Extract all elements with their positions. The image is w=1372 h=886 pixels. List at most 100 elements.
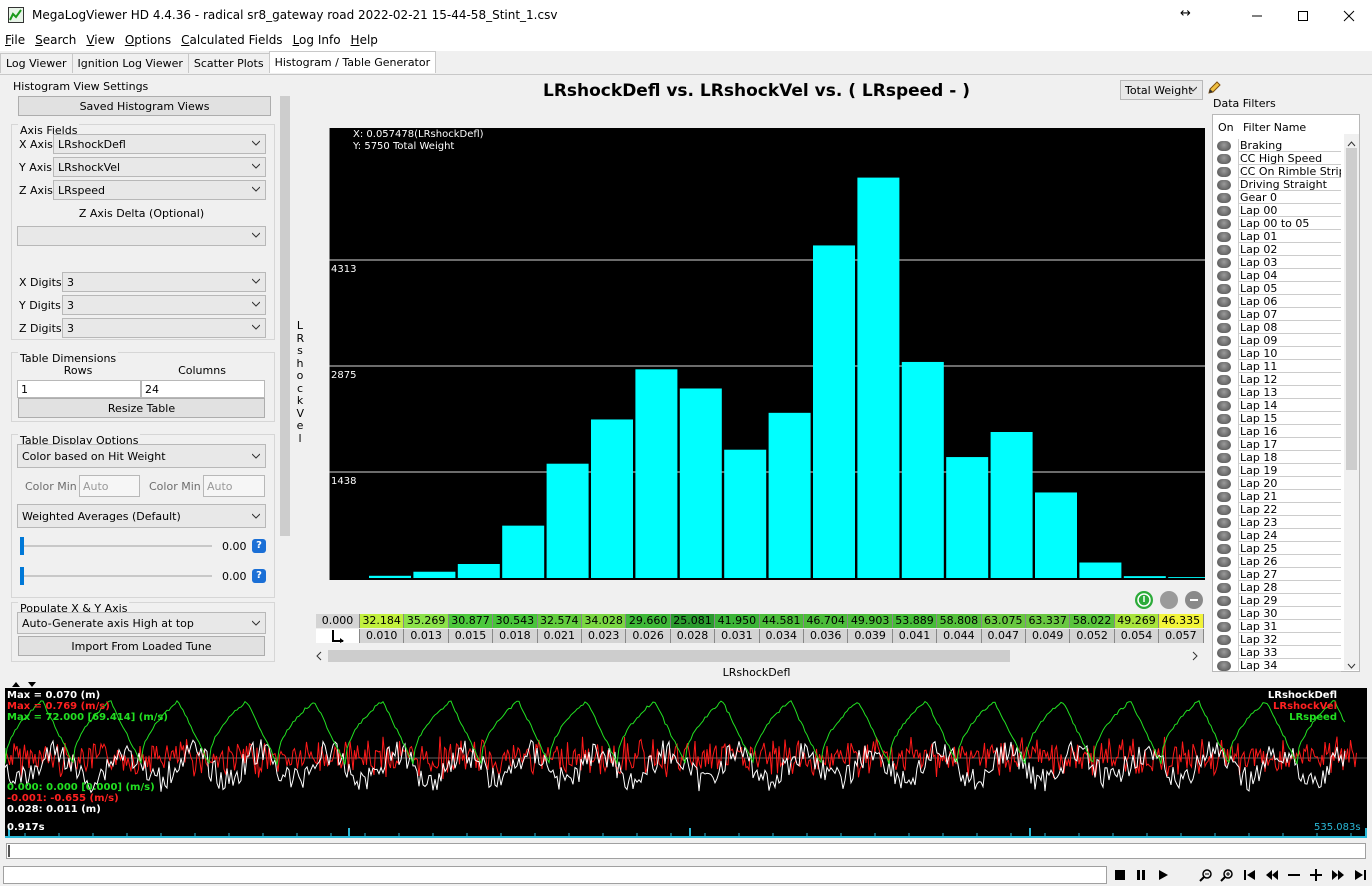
z-axis-delta-select[interactable]: [17, 226, 266, 246]
filter-row[interactable]: Lap 04: [1213, 269, 1341, 282]
filter-toggle-icon[interactable]: [1217, 349, 1231, 359]
import-from-tune-button[interactable]: Import From Loaded Tune: [18, 636, 265, 656]
playback-track[interactable]: [6, 843, 1366, 859]
filter-row[interactable]: Lap 09: [1213, 334, 1341, 347]
info-icon[interactable]: ?: [252, 569, 266, 583]
filter-toggle-icon[interactable]: [1217, 323, 1231, 333]
table-axis-cell[interactable]: 0.052: [1070, 629, 1115, 643]
color-mode-select[interactable]: Color based on Hit Weight: [17, 444, 266, 468]
table-value-cell[interactable]: 53.889: [892, 614, 938, 628]
filter-row[interactable]: Lap 16: [1213, 425, 1341, 438]
filter-column-name[interactable]: Filter Name: [1243, 121, 1306, 134]
filter-row[interactable]: CC High Speed: [1213, 152, 1341, 165]
filter-toggle-icon[interactable]: [1217, 232, 1231, 242]
table-value-cell[interactable]: 25.081: [670, 614, 716, 628]
pause-filter-icon[interactable]: [1160, 591, 1178, 609]
menu-options[interactable]: Options: [120, 31, 176, 51]
table-value-cell[interactable]: 63.075: [981, 614, 1026, 628]
populate-mode-select[interactable]: Auto-Generate axis High at top: [17, 612, 266, 634]
filter-row[interactable]: CC On Rimble Strips: [1213, 165, 1341, 178]
filter-row[interactable]: Lap 19: [1213, 464, 1341, 477]
filter-toggle-icon[interactable]: [1217, 245, 1231, 255]
filter-row[interactable]: Lap 12: [1213, 373, 1341, 386]
filter-row[interactable]: Lap 18: [1213, 451, 1341, 464]
filter-toggle-icon[interactable]: [1217, 544, 1231, 554]
z-digits-select[interactable]: 3: [62, 318, 266, 338]
histogram-plot[interactable]: 1438 2875 4313: [329, 128, 1205, 580]
playback-position-marker[interactable]: [8, 845, 10, 857]
table-axis-cell[interactable]: 0.028: [670, 629, 716, 643]
filter-row[interactable]: Lap 13: [1213, 386, 1341, 399]
filter-toggle-icon[interactable]: [1217, 414, 1231, 424]
filter-row[interactable]: Lap 02: [1213, 243, 1341, 256]
filter-toggle-icon[interactable]: [1217, 297, 1231, 307]
filter-row[interactable]: Braking: [1213, 139, 1341, 152]
filter-toggle-icon[interactable]: [1217, 336, 1231, 346]
scroll-down-icon[interactable]: [1347, 659, 1356, 672]
table-axis-cell[interactable]: 0.021: [537, 629, 582, 643]
filter-toggle-icon[interactable]: [1217, 141, 1231, 151]
filter-toggle-icon[interactable]: [1217, 518, 1231, 528]
zoom-minus-icon[interactable]: [1284, 866, 1304, 884]
filter-toggle-icon[interactable]: [1217, 284, 1231, 294]
skip-to-end-icon[interactable]: [1350, 866, 1370, 884]
filter-row[interactable]: Lap 21: [1213, 490, 1341, 503]
skip-to-start-icon[interactable]: [1240, 866, 1260, 884]
table-axis-cell[interactable]: 0.023: [582, 629, 627, 643]
filter-toggle-icon[interactable]: [1217, 271, 1231, 281]
filter-row[interactable]: Lap 15: [1213, 412, 1341, 425]
zoom-out-icon[interactable]: [1196, 866, 1216, 884]
tab-histogram-table-generator[interactable]: Histogram / Table Generator: [268, 51, 437, 73]
table-value-cell[interactable]: 34.028: [582, 614, 627, 628]
filter-toggle-icon[interactable]: [1217, 492, 1231, 502]
color-max-input[interactable]: Auto: [203, 475, 265, 497]
minimize-button[interactable]: [1234, 0, 1280, 31]
filter-row[interactable]: Lap 25: [1213, 542, 1341, 555]
filter-toggle-icon[interactable]: [1217, 609, 1231, 619]
filter-toggle-icon[interactable]: [1217, 505, 1231, 515]
filter-row[interactable]: Lap 11: [1213, 360, 1341, 373]
menu-log-info[interactable]: Log Info: [288, 31, 346, 51]
filter-toggle-icon[interactable]: [1217, 440, 1231, 450]
menu-help[interactable]: Help: [346, 31, 383, 51]
filter-row[interactable]: Lap 06: [1213, 295, 1341, 308]
table-value-cell[interactable]: 30.543: [493, 614, 538, 628]
filter-column-on[interactable]: On: [1218, 121, 1234, 134]
menu-view[interactable]: View: [81, 31, 119, 51]
filter-toggle-icon[interactable]: [1217, 583, 1231, 593]
z-axis-select[interactable]: LRspeed: [53, 180, 266, 200]
filter-toggle-icon[interactable]: [1217, 622, 1231, 632]
fast-forward-icon[interactable]: [1328, 866, 1348, 884]
filter-toggle-icon[interactable]: [1217, 258, 1231, 268]
pencil-icon[interactable]: [1206, 80, 1222, 96]
table-value-cell[interactable]: 30.877: [448, 614, 494, 628]
filter-toggle-icon[interactable]: [1217, 427, 1231, 437]
play-icon[interactable]: [1153, 866, 1173, 884]
filter-row[interactable]: Driving Straight: [1213, 178, 1341, 191]
table-axis-cell[interactable]: 0.054: [1114, 629, 1160, 643]
color-min-input[interactable]: Auto: [79, 475, 140, 497]
tab-log-viewer[interactable]: Log Viewer: [0, 53, 73, 73]
table-value-cell[interactable]: 58.808: [937, 614, 982, 628]
columns-input[interactable]: 24: [141, 380, 265, 398]
rows-input[interactable]: 1: [17, 380, 141, 398]
filter-toggle-icon[interactable]: [1217, 453, 1231, 463]
filter-toggle-icon[interactable]: [1217, 375, 1231, 385]
zoom-in-icon[interactable]: [1217, 866, 1237, 884]
table-axis-cell[interactable]: 0.031: [715, 629, 760, 643]
table-value-cell[interactable]: 49.903: [848, 614, 893, 628]
log-graph[interactable]: [5, 688, 1367, 818]
table-value-cell[interactable]: 63.337: [1026, 614, 1071, 628]
stop-icon[interactable]: [1110, 866, 1130, 884]
table-axis-cell[interactable]: 0.047: [981, 629, 1026, 643]
zoom-plus-icon[interactable]: [1306, 866, 1326, 884]
table-value-cell[interactable]: 32.574: [537, 614, 582, 628]
table-axis-cell[interactable]: 0.044: [937, 629, 982, 643]
filter-row[interactable]: Lap 10: [1213, 347, 1341, 360]
filter-row[interactable]: Lap 27: [1213, 568, 1341, 581]
menu-calculated-fields[interactable]: Calculated Fields: [176, 31, 287, 51]
histogram-table[interactable]: 0.000 32.184 35.269 30.877 30.543 32.574 34.02…: [316, 614, 1204, 644]
table-axis-cell[interactable]: 0.057: [1159, 629, 1204, 643]
table-axis-cell[interactable]: 0.015: [448, 629, 494, 643]
filter-row[interactable]: Lap 26: [1213, 555, 1341, 568]
